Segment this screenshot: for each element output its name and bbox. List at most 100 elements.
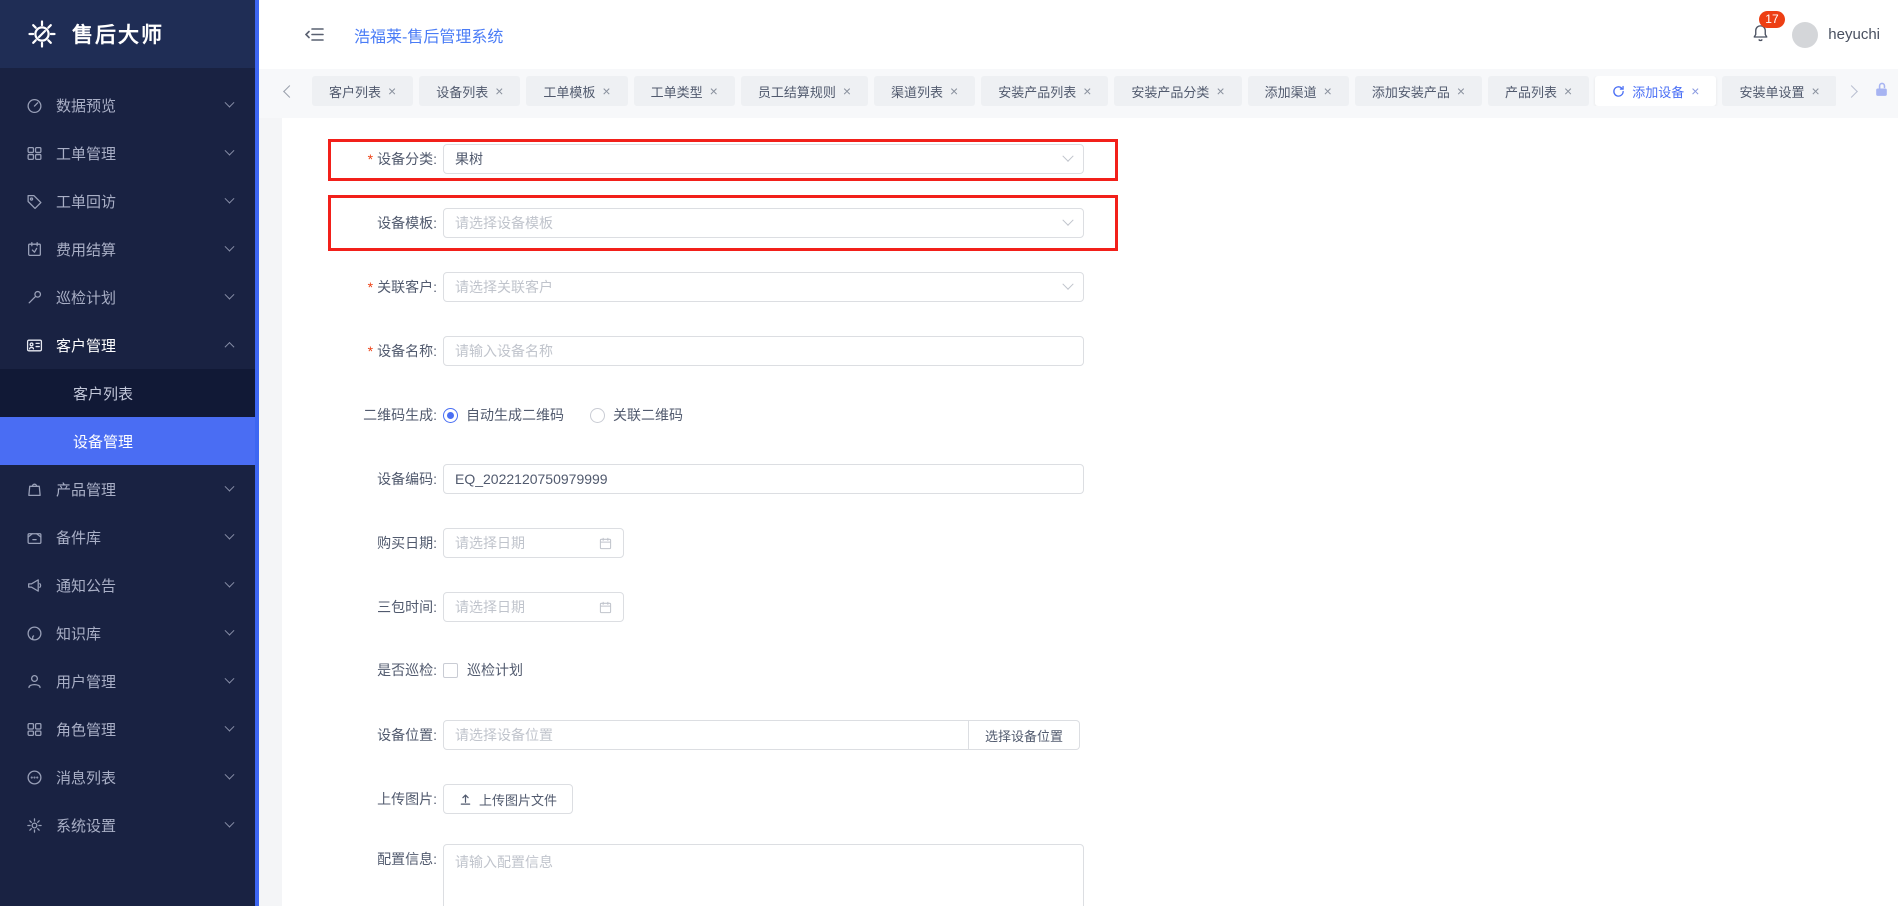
field-warranty-date: 三包时间: 请选择日期 <box>282 592 624 622</box>
wrench-icon <box>26 289 43 306</box>
sidebar-item-spare-parts[interactable]: 备件库 <box>0 513 255 561</box>
close-icon[interactable]: × <box>1811 84 1819 98</box>
sidebar-item-inspection-plan[interactable]: 巡检计划 <box>0 273 255 321</box>
related-customer-select[interactable]: 请选择关联客户 <box>443 272 1084 302</box>
chevron-down-icon <box>1062 215 1073 226</box>
message-icon <box>26 769 43 786</box>
sidebar-item-user-management[interactable]: 用户管理 <box>0 657 255 705</box>
sidebar-item-product-management[interactable]: 产品管理 <box>0 465 255 513</box>
sidebar-item-system-settings[interactable]: 系统设置 <box>0 801 255 849</box>
chevron-down-icon <box>225 529 235 539</box>
work-order-icon <box>26 145 43 162</box>
field-qrcode-generation: 二维码生成: 自动生成二维码 关联二维码 <box>282 400 683 430</box>
close-icon[interactable]: × <box>710 84 718 98</box>
sidebar-item-message-list[interactable]: 消息列表 <box>0 753 255 801</box>
field-label: 配置信息: <box>282 844 437 874</box>
user-icon <box>26 673 43 690</box>
close-icon[interactable]: × <box>495 84 503 98</box>
tab-install-order-settings[interactable]: 安装单设置× <box>1722 76 1836 106</box>
close-icon[interactable]: × <box>1324 84 1332 98</box>
sidebar-item-customer-management[interactable]: 客户管理 <box>0 321 255 369</box>
field-equipment-name: *设备名称: 请输入设备名称 <box>282 336 1084 366</box>
field-equipment-category: *设备分类: 果树 <box>282 144 1084 174</box>
equipment-code-input[interactable]: EQ_2022120750979999 <box>443 464 1084 494</box>
field-label: 设备编码: <box>282 464 437 494</box>
knowledge-icon <box>26 625 43 642</box>
sidebar-subitem-equipment-management[interactable]: 设备管理 <box>0 417 255 465</box>
sidebar-menu: 数据预览 工单管理 工单回访 费用结算 巡检计划 客户管理 <box>0 68 255 849</box>
spare-parts-icon <box>26 529 43 546</box>
close-icon[interactable]: × <box>1083 84 1091 98</box>
close-icon[interactable]: × <box>950 84 958 98</box>
notification-bell[interactable]: 17 <box>1751 23 1770 46</box>
system-title: 浩福莱-售后管理系统 <box>354 23 503 47</box>
tab-work-order-template[interactable]: 工单模板× <box>526 76 627 106</box>
close-icon[interactable]: × <box>1691 84 1699 98</box>
tab-install-product-category[interactable]: 安装产品分类× <box>1114 76 1241 106</box>
close-icon[interactable]: × <box>1457 84 1465 98</box>
equipment-location-input[interactable]: 请选择设备位置 <box>443 720 969 750</box>
warranty-date-input[interactable]: 请选择日期 <box>443 592 624 622</box>
gear-logo-icon <box>26 18 58 50</box>
chevron-down-icon <box>225 769 235 779</box>
tab-equipment-list[interactable]: 设备列表× <box>419 76 520 106</box>
sidebar-item-data-preview[interactable]: 数据预览 <box>0 81 255 129</box>
config-info-textarea[interactable]: 请输入配置信息 <box>443 844 1084 906</box>
sidebar-subitem-customer-list[interactable]: 客户列表 <box>0 369 255 417</box>
logo-text: 售后大师 <box>72 19 164 49</box>
sidebar-item-role-management[interactable]: 角色管理 <box>0 705 255 753</box>
tab-staff-settlement-rules[interactable]: 员工结算规则× <box>741 76 868 106</box>
equipment-name-input[interactable]: 请输入设备名称 <box>443 336 1084 366</box>
field-label: 上传图片: <box>282 784 437 814</box>
upload-icon <box>459 793 472 806</box>
sidebar-item-knowledge-base[interactable]: 知识库 <box>0 609 255 657</box>
tabs-scroll-left-icon[interactable] <box>283 85 296 98</box>
tab-product-list[interactable]: 产品列表× <box>1488 76 1589 106</box>
tab-install-product-list[interactable]: 安装产品列表× <box>981 76 1108 106</box>
tag-icon <box>26 193 43 210</box>
close-icon[interactable]: × <box>1564 84 1572 98</box>
topbar: 浩福莱-售后管理系统 17 heyuchi <box>259 0 1898 69</box>
choose-location-button[interactable]: 选择设备位置 <box>969 720 1080 750</box>
sidebar-item-announcements[interactable]: 通知公告 <box>0 561 255 609</box>
tab-customer-list[interactable]: 客户列表× <box>312 76 413 106</box>
tab-work-order-type[interactable]: 工单类型× <box>634 76 735 106</box>
upload-image-button[interactable]: 上传图片文件 <box>443 784 573 814</box>
tabs-container: 客户列表× 设备列表× 工单模板× 工单类型× 员工结算规则× 渠道列表× 安装… <box>312 76 1836 106</box>
chevron-down-icon <box>225 97 235 107</box>
calendar-icon <box>599 601 612 614</box>
calendar-icon <box>599 537 612 550</box>
lock-icon[interactable] <box>1873 81 1890 101</box>
avatar[interactable] <box>1792 22 1818 48</box>
equipment-template-select[interactable]: 请选择设备模板 <box>443 208 1084 238</box>
tab-add-install-product[interactable]: 添加安装产品× <box>1355 76 1482 106</box>
sidebar-item-work-order-followup[interactable]: 工单回访 <box>0 177 255 225</box>
close-icon[interactable]: × <box>843 84 851 98</box>
tabs-scroll-right-icon[interactable] <box>1845 85 1858 98</box>
close-icon[interactable]: × <box>388 84 396 98</box>
collapse-sidebar-icon[interactable] <box>305 27 324 42</box>
chevron-down-icon <box>225 721 235 731</box>
close-icon[interactable]: × <box>1216 84 1224 98</box>
sidebar-item-billing[interactable]: 费用结算 <box>0 225 255 273</box>
sidebar-item-work-orders[interactable]: 工单管理 <box>0 129 255 177</box>
radio-auto-generate-qrcode[interactable] <box>443 408 458 423</box>
required-marker: * <box>368 279 373 295</box>
refresh-icon[interactable] <box>1612 85 1625 98</box>
radio-link-qrcode[interactable] <box>590 408 605 423</box>
purchase-date-input[interactable]: 请选择日期 <box>443 528 624 558</box>
chevron-down-icon <box>225 577 235 587</box>
username: heyuchi <box>1828 26 1880 43</box>
tab-add-equipment[interactable]: 添加设备× <box>1595 76 1716 106</box>
inspection-plan-checkbox[interactable] <box>443 663 458 678</box>
product-icon <box>26 481 43 498</box>
equipment-category-select[interactable]: 果树 <box>443 144 1084 174</box>
close-icon[interactable]: × <box>602 84 610 98</box>
tab-bar: 客户列表× 设备列表× 工单模板× 工单类型× 员工结算规则× 渠道列表× 安装… <box>259 69 1898 118</box>
tab-add-channel[interactable]: 添加渠道× <box>1248 76 1349 106</box>
field-equipment-code: 设备编码: EQ_2022120750979999 <box>282 464 1084 494</box>
field-related-customer: *关联客户: 请选择关联客户 <box>282 272 1084 302</box>
tab-channel-list[interactable]: 渠道列表× <box>874 76 975 106</box>
topbar-right: 17 heyuchi <box>1751 22 1880 48</box>
field-label: 设备名称: <box>377 343 437 359</box>
